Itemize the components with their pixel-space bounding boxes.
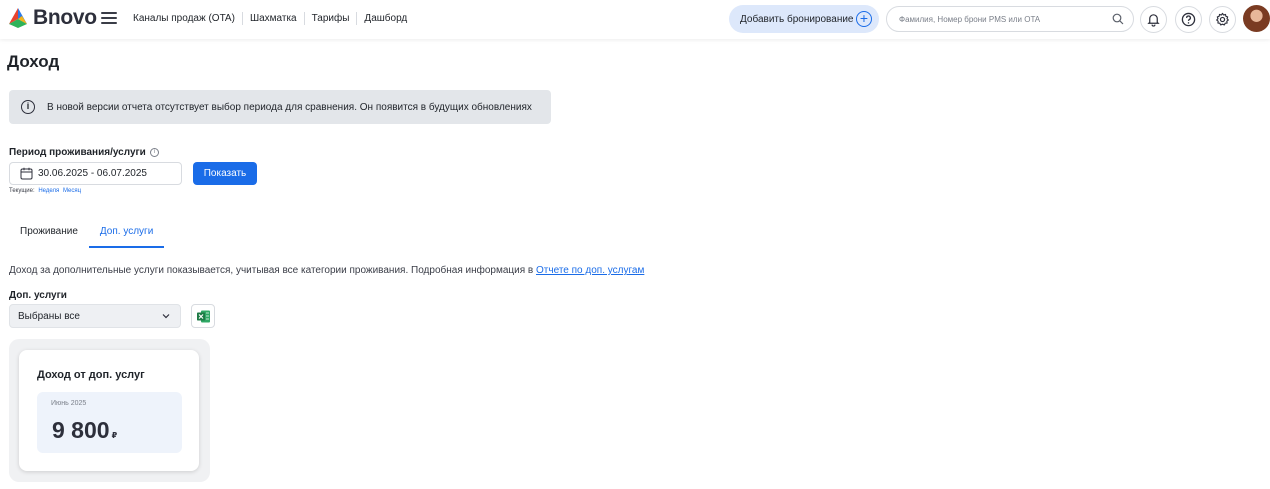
help-icon [1181, 12, 1196, 27]
search-icon[interactable] [1112, 13, 1124, 25]
logo-text: Bnovo [33, 6, 97, 29]
bell-icon [1147, 14, 1160, 27]
tab-extra-services[interactable]: Доп. услуги [88, 220, 165, 248]
services-select[interactable]: Выбраны все [9, 304, 181, 328]
page-title: Доход [7, 52, 60, 71]
top-header: Bnovo Каналы продаж (OTA) Шахматка Тариф… [0, 0, 1270, 39]
services-label: Доп. услуги [9, 290, 67, 301]
card-title: Доход от доп. услуг [37, 369, 145, 381]
nav-item-tariffs[interactable]: Тарифы [303, 12, 357, 25]
search-box [886, 6, 1134, 32]
menu-icon[interactable] [101, 12, 117, 26]
services-selected-value: Выбраны все [18, 310, 80, 322]
help-button[interactable] [1175, 6, 1202, 33]
info-icon: i [21, 100, 35, 114]
gear-icon [1216, 12, 1229, 26]
link-week[interactable]: Неделя [38, 188, 59, 194]
date-range-input[interactable]: 30.06.2025 - 06.07.2025 [9, 162, 182, 185]
date-range-value: 30.06.2025 - 06.07.2025 [38, 168, 147, 179]
notifications-button[interactable] [1140, 6, 1167, 33]
settings-button[interactable] [1209, 6, 1236, 33]
report-tabs: Проживание Доп. услуги [9, 220, 165, 248]
notice-text: В новой версии отчета отсутствует выбор … [47, 101, 532, 113]
plus-circle-icon: + [856, 11, 872, 27]
current-label: Текущие: [9, 188, 35, 194]
user-avatar[interactable] [1243, 5, 1270, 32]
period-label-text: Период проживания/услуги [9, 147, 146, 158]
nav-item-chessboard[interactable]: Шахматка [241, 12, 304, 25]
card-value-number: 9 800 [52, 417, 110, 443]
current-period-shortcuts: Текущие: Неделя Месяц [9, 188, 81, 194]
bnovo-logo-icon [9, 8, 27, 28]
card-month: Июнь 2025 [51, 400, 87, 407]
add-booking-button[interactable]: Добавить бронирование + [729, 5, 879, 33]
card-value: 9 800 ₽ [52, 417, 117, 444]
services-report-link[interactable]: Отчете по доп. услугам [536, 265, 644, 276]
card-metric: Июнь 2025 9 800 ₽ [37, 392, 182, 453]
period-label: Период проживания/услуги i [9, 147, 159, 158]
link-month[interactable]: Месяц [63, 188, 81, 194]
services-description: Доход за дополнительные услуги показывае… [9, 265, 644, 276]
top-nav: Каналы продаж (OTA) Шахматка Тарифы Дашб… [126, 12, 414, 25]
search-input[interactable] [899, 14, 1099, 24]
export-excel-button[interactable] [191, 304, 215, 328]
chevron-down-icon [162, 314, 170, 319]
calendar-icon [20, 167, 33, 180]
logo[interactable]: Bnovo [6, 6, 97, 30]
description-text: Доход за дополнительные услуги показывае… [9, 265, 537, 276]
add-booking-label: Добавить бронирование [740, 13, 854, 25]
show-button[interactable]: Показать [193, 162, 257, 185]
revenue-card: Доход от доп. услуг Июнь 2025 9 800 ₽ [19, 350, 199, 471]
nav-item-ota[interactable]: Каналы продаж (OTA) [126, 12, 242, 25]
currency-symbol: ₽ [111, 431, 118, 440]
info-icon[interactable]: i [149, 148, 159, 157]
nav-item-dashboard[interactable]: Дашборд [356, 12, 414, 25]
tab-accommodation[interactable]: Проживание [9, 220, 89, 248]
excel-icon [196, 310, 210, 322]
info-notice: i В новой версии отчета отсутствует выбо… [9, 90, 551, 124]
